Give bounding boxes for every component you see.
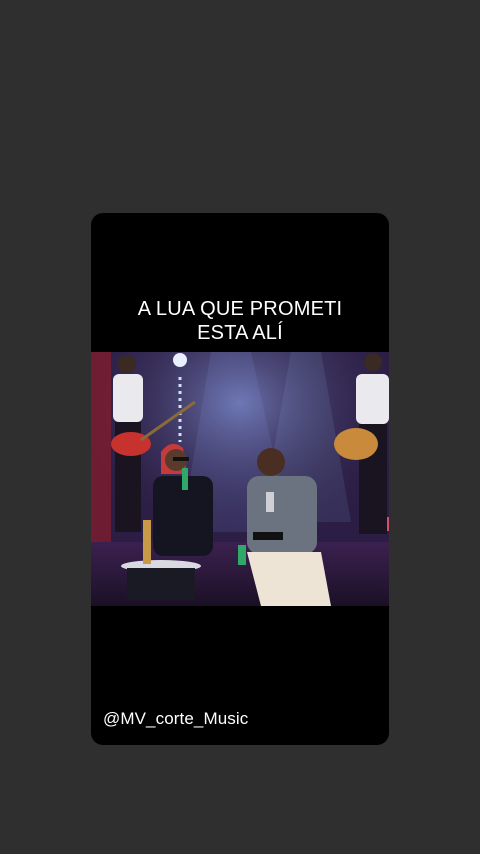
- caption-line-1: A LUA QUE PROMETI: [137, 298, 343, 320]
- video-still-image: [91, 352, 389, 606]
- caption-line-2: ESTA ALÍ: [197, 322, 283, 344]
- story-screen: A LUA QUE PROMETI ESTA ALÍ @MV_corte_Mus…: [0, 0, 480, 854]
- watermark-handle: @MV_corte_Music: [103, 709, 249, 728]
- story-card[interactable]: A LUA QUE PROMETI ESTA ALÍ @MV_corte_Mus…: [91, 213, 389, 745]
- video-frame[interactable]: [91, 352, 389, 606]
- story-caption: A LUA QUE PROMETI ESTA ALÍ: [91, 297, 389, 345]
